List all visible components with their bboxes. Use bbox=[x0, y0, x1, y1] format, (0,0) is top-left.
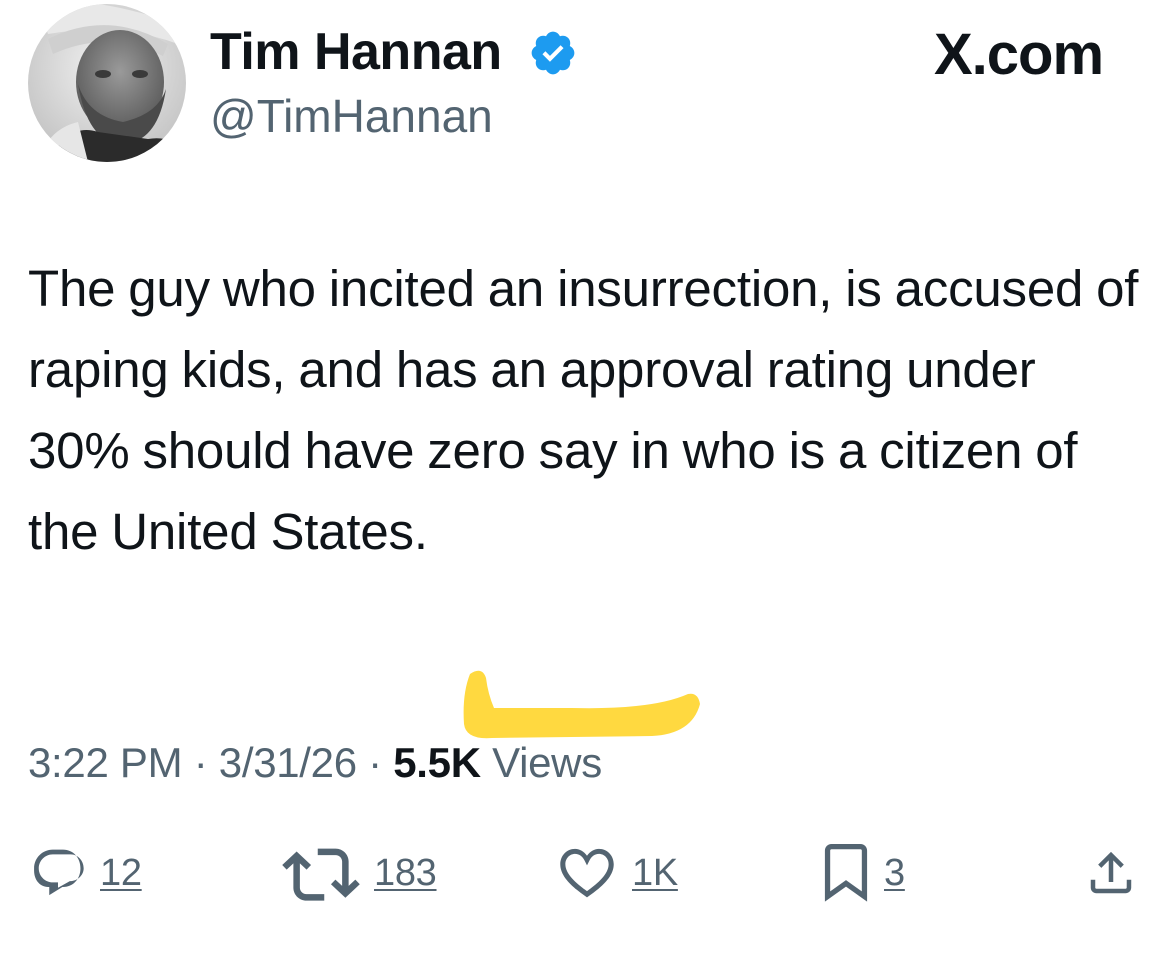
reply-icon bbox=[34, 849, 84, 896]
reply-button[interactable]: 12 bbox=[30, 842, 142, 904]
repost-button[interactable]: 183 bbox=[282, 842, 437, 904]
share-icon bbox=[1090, 851, 1132, 894]
heart-icon bbox=[560, 848, 614, 898]
bookmark-button[interactable]: 3 bbox=[822, 842, 905, 904]
views-count[interactable]: 5.5K bbox=[393, 739, 481, 786]
tweet-meta: 3:22 PM · 3/31/26 · 5.5K Views bbox=[28, 736, 602, 790]
bookmark-count: 3 bbox=[884, 851, 905, 894]
bookmark-icon bbox=[824, 844, 868, 902]
avatar[interactable] bbox=[28, 4, 186, 162]
meta-separator: · bbox=[182, 739, 219, 786]
views-label: Views bbox=[492, 739, 602, 786]
tweet-time[interactable]: 3:22 PM bbox=[28, 739, 183, 786]
tweet-date[interactable]: 3/31/26 bbox=[219, 739, 357, 786]
like-count: 1K bbox=[632, 851, 678, 894]
meta-separator: · bbox=[356, 739, 394, 786]
repost-count: 183 bbox=[374, 851, 437, 894]
site-label: X.com bbox=[934, 22, 1104, 87]
reply-count: 12 bbox=[100, 851, 142, 894]
author-handle[interactable]: @TimHannan bbox=[210, 88, 493, 144]
repost-icon bbox=[282, 848, 360, 901]
like-button[interactable]: 1K bbox=[556, 842, 678, 904]
verified-badge-icon[interactable] bbox=[528, 28, 578, 78]
author-display-name[interactable]: Tim Hannan bbox=[210, 22, 502, 82]
share-button[interactable] bbox=[1084, 842, 1138, 904]
avatar-photo bbox=[28, 4, 186, 162]
tweet-text: The guy who incited an insurrection, is … bbox=[28, 260, 1139, 560]
